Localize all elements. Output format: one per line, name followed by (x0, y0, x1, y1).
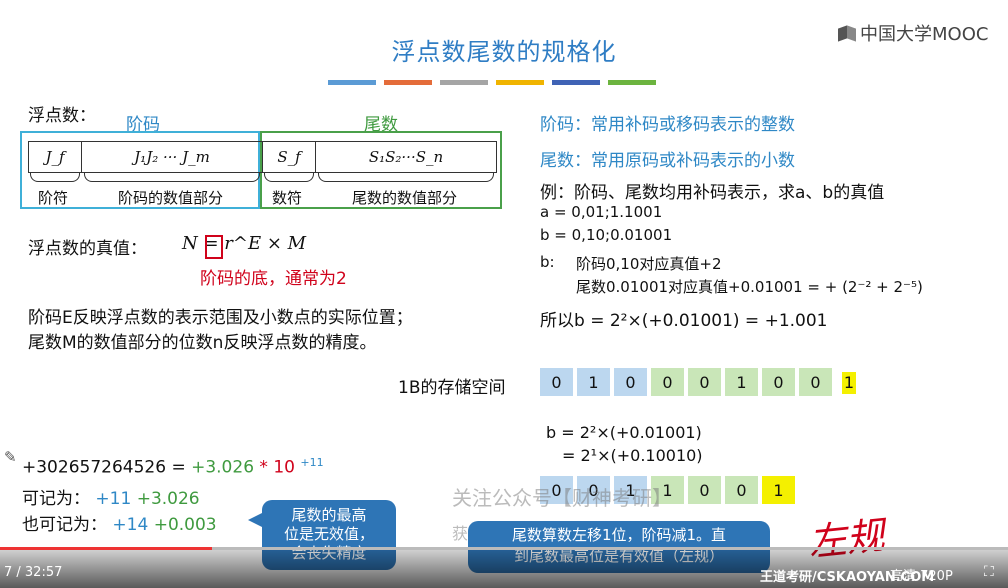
color-bar (440, 80, 488, 85)
color-bar (384, 80, 432, 85)
bit-cell: 0 (725, 476, 758, 504)
number-star: * (259, 457, 268, 478)
base-note: 阶码的底，通常为2 (200, 269, 347, 289)
desc-line-2: 尾数M的数值部分的位数n反映浮点数的精度。 (28, 333, 377, 353)
true-value-label: 浮点数的真值： (28, 239, 147, 259)
example-line: 例：阶码、尾数均用补码表示，求a、b的真值 (540, 183, 885, 203)
base-highlight-box (205, 235, 223, 259)
watermark-2: 获 (452, 524, 469, 543)
b-exp: 阶码0,10对应真值+2 (576, 255, 722, 273)
record-exponent: +11 (95, 489, 132, 509)
caption-sign-man: 数符 (272, 189, 303, 207)
bit-cell: 0 (799, 368, 832, 396)
field-s-digits: S₁S₂···S_n (368, 148, 444, 166)
quality-button[interactable]: 高清 720P (890, 565, 953, 584)
a-line: a = 0,01;1.1001 (540, 203, 663, 221)
record-label: 也可记为： (22, 515, 107, 535)
desc-line-1: 阶码E反映浮点数的表示范围及小数点的实际位置； (28, 308, 413, 328)
number-ten: 10 (273, 457, 295, 478)
record-label: 可记为： (22, 489, 90, 509)
bit-cell: 1 (762, 476, 795, 504)
b-label: b: (540, 253, 555, 271)
normalize-line-1: b = 2²×(+0.01001) (546, 423, 702, 442)
brace (318, 173, 494, 182)
record-exponent: +14 (112, 515, 149, 535)
field-sf: S_f (263, 142, 316, 172)
record-mantissa: +3.026 (136, 489, 200, 509)
storage-bits: 0 1 0 0 0 1 0 0 (540, 368, 836, 396)
bubble-pointer (248, 512, 264, 528)
number-text: +302657264526 = (22, 457, 186, 478)
video-progress-bar[interactable] (0, 547, 1008, 550)
color-bar (552, 80, 600, 85)
record-mantissa: +0.003 (153, 515, 217, 535)
bit-cell: 0 (651, 368, 684, 396)
color-bar (496, 80, 544, 85)
field-jf: J_f (29, 142, 82, 172)
video-time: 7 / 32:57 (4, 565, 63, 580)
normalize-line-2: = 2¹×(+0.10010) (562, 446, 703, 465)
brace (84, 173, 260, 182)
bit-cell: 0 (688, 476, 721, 504)
color-bar (608, 80, 656, 85)
mooc-logo: 中国大学MOOC (838, 20, 988, 46)
b-man: 尾数0.01001对应真值+0.01001 = + (2⁻² + 2⁻⁵) (576, 278, 923, 296)
formula: N = r^E × M (182, 233, 307, 254)
number-exponent: +11 (300, 456, 324, 469)
float-format-row: J_f J₁J₂ ··· J_m S_f S₁S₂···S_n (28, 141, 497, 173)
caption-man-digits: 尾数的数值部分 (352, 189, 458, 207)
watermark: 关注公众号【财神考研】 (452, 486, 672, 510)
exp-note: 阶码：常用补码或移码表示的整数 (540, 115, 795, 135)
field-j-digits: J₁J₂ ··· J_m (82, 142, 263, 172)
extra-bit: 1 (842, 372, 856, 394)
mooc-logo-icon (838, 25, 856, 41)
so-line: 所以b = 2²×(+0.01001) = +1.001 (540, 311, 828, 331)
bit-cell: 0 (614, 368, 647, 396)
number-mantissa: +3.026 (191, 457, 255, 478)
caption-sign-exp: 阶符 (38, 189, 69, 207)
pen-icon: ✎ (4, 448, 17, 466)
logo-text: 中国大学MOOC (860, 24, 989, 45)
color-bars (328, 80, 656, 85)
b-line: b = 0,10;0.01001 (540, 226, 673, 244)
bit-cell: 1 (725, 368, 758, 396)
caption-exp-digits: 阶码的数值部分 (118, 189, 224, 207)
brace (264, 173, 314, 182)
color-bar (328, 80, 376, 85)
fullscreen-icon[interactable]: ⛶ (984, 564, 994, 580)
bit-cell: 0 (688, 368, 721, 396)
bit-cell: 0 (540, 368, 573, 396)
video-progress-fill (0, 547, 212, 550)
number-line: +302657264526 = +3.026 * 10 +11 (22, 456, 324, 478)
man-note: 尾数：常用原码或补码表示的小数 (540, 151, 795, 171)
brace (30, 173, 80, 182)
storage-label: 1B的存储空间 (398, 378, 506, 398)
bit-cell: 0 (762, 368, 795, 396)
record-line-2: 也可记为： +14 +0.003 (22, 510, 217, 535)
record-line-1: 可记为： +11 +3.026 (22, 484, 200, 509)
bit-cell: 1 (577, 368, 610, 396)
float-label: 浮点数： (28, 106, 96, 126)
